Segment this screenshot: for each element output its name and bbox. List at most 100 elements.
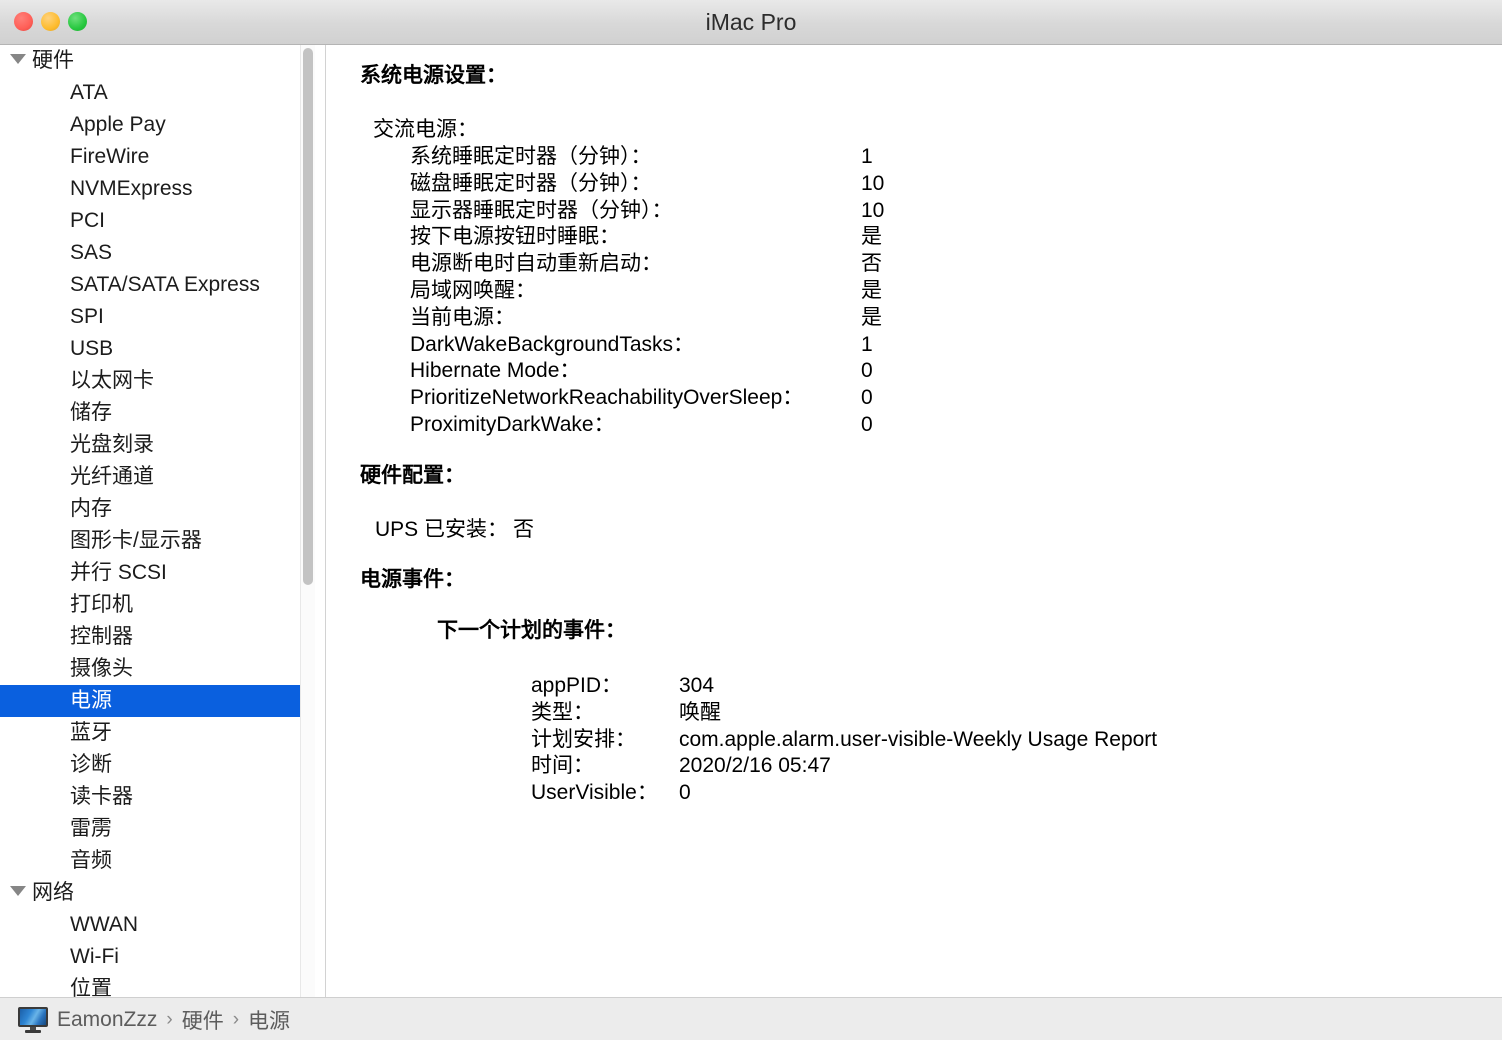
- sidebar-group-label: 网络: [32, 881, 74, 904]
- sidebar-item-label: 光纤通道: [70, 465, 154, 488]
- sidebar-item-控制器[interactable]: 控制器: [0, 621, 300, 653]
- sidebar-item-SATA/SATA Express[interactable]: SATA/SATA Express: [0, 269, 300, 301]
- sidebar-item-label: 控制器: [70, 625, 133, 648]
- sidebar-item-位置[interactable]: 位置: [0, 973, 300, 997]
- detail-row-label: 显示器睡眠定时器（分钟）：: [410, 198, 673, 222]
- detail-row-value: 1: [861, 145, 873, 168]
- sidebar-item-NVMExpress[interactable]: NVMExpress: [0, 173, 300, 205]
- breadcrumb-item-2[interactable]: 电源: [248, 1005, 290, 1035]
- sidebar-item-label: 位置: [70, 977, 112, 997]
- sidebar-item-label: 储存: [70, 401, 112, 424]
- sidebar-item-label: 音频: [70, 849, 112, 872]
- sidebar-scrollbar-thumb[interactable]: [303, 48, 313, 585]
- detail-row-label: UserVisible：: [531, 781, 658, 805]
- subsection-heading: 下一个计划的事件：: [437, 619, 626, 642]
- sidebar-item-储存[interactable]: 储存: [0, 397, 300, 429]
- detail-row-value: 0: [679, 781, 691, 805]
- sidebar-item-图形卡/显示器[interactable]: 图形卡/显示器: [0, 525, 300, 557]
- sidebar-item-蓝牙[interactable]: 蓝牙: [0, 717, 300, 749]
- sidebar-item-ATA[interactable]: ATA: [0, 77, 300, 109]
- sidebar-item-label: SATA/SATA Express: [70, 273, 260, 296]
- sidebar-item-读卡器[interactable]: 读卡器: [0, 781, 300, 813]
- sidebar-item-雷雳[interactable]: 雷雳: [0, 813, 300, 845]
- breadcrumb-item-0[interactable]: EamonZzz: [57, 1008, 157, 1032]
- detail-row-label: 系统睡眠定时器（分钟）：: [410, 145, 652, 168]
- sidebar-item-Wi-Fi[interactable]: Wi-Fi: [0, 941, 300, 973]
- system-information-window: iMac Pro 硬件 ATA Apple Pay FireWire NVMExpres…: [0, 0, 1502, 1040]
- detail-row-value: 0: [861, 359, 873, 383]
- sidebar-item-label: PCI: [70, 209, 106, 232]
- section-heading: 系统电源设置：: [360, 64, 507, 87]
- sidebar-item-label: 并行 SCSI: [70, 561, 167, 584]
- sidebar-item-label: 蓝牙: [70, 721, 112, 744]
- section-heading: 电源事件：: [360, 568, 465, 591]
- sidebar-item-label: Wi-Fi: [70, 945, 119, 968]
- detail-row-label: Hibernate Mode：: [410, 359, 581, 383]
- detail-row-label: 局域网唤醒：: [410, 279, 536, 302]
- subsection-label: 交流电源：: [373, 118, 478, 141]
- detail-row-label: 磁盘睡眠定时器（分钟）：: [410, 171, 652, 195]
- detail-row-label: DarkWakeBackgroundTasks：: [410, 332, 694, 356]
- sidebar-item-label: FireWire: [70, 145, 150, 168]
- sidebar-item-label: SPI: [70, 305, 104, 328]
- detail-row-label: 按下电源按钮时睡眠：: [410, 225, 620, 249]
- sidebar-item-label: 诊断: [70, 753, 112, 776]
- sidebar-group-硬件[interactable]: 硬件: [0, 45, 300, 77]
- breadcrumb: EamonZzz › 硬件 › 电源: [18, 998, 290, 1040]
- detail-row-value: 是: [861, 305, 882, 329]
- detail-row-label: appPID：: [531, 674, 623, 697]
- sidebar-item-PCI[interactable]: PCI: [0, 205, 300, 237]
- detail-row-value: 0: [861, 386, 873, 410]
- detail-row-label: 当前电源：: [410, 305, 515, 329]
- detail-row-value: 304: [679, 674, 715, 697]
- sidebar-item-label: 摄像头: [70, 657, 133, 680]
- sidebar-item-label: Apple Pay: [70, 113, 166, 136]
- sidebar-item-电源[interactable]: 电源: [0, 685, 300, 717]
- sidebar-item-音频[interactable]: 音频: [0, 845, 300, 877]
- detail-row-label: 电源断电时自动重新启动：: [410, 252, 662, 276]
- sidebar-item-label: 打印机: [70, 593, 133, 616]
- sidebar-item-打印机[interactable]: 打印机: [0, 589, 300, 621]
- sidebar-item-摄像头[interactable]: 摄像头: [0, 653, 300, 685]
- disclosure-triangle-icon[interactable]: [10, 54, 26, 65]
- detail-row-value: 是: [861, 225, 882, 249]
- sidebar-item-内存[interactable]: 内存: [0, 493, 300, 525]
- sidebar-item-并行 SCSI[interactable]: 并行 SCSI: [0, 557, 300, 589]
- sidebar-item-label: 光盘刻录: [70, 433, 154, 456]
- status-bar: EamonZzz › 硬件 › 电源: [0, 997, 1502, 1040]
- sidebar-item-光盘刻录[interactable]: 光盘刻录: [0, 429, 300, 461]
- detail-row-value: 否: [513, 518, 534, 541]
- window-title: iMac Pro: [705, 9, 797, 35]
- detail-pane: 系统电源设置： 交流电源： 系统睡眠定时器（分钟）： 1 磁盘睡眠定时器（分钟）： 10 显…: [326, 45, 1502, 997]
- sidebar-group-网络[interactable]: 网络: [0, 877, 300, 909]
- sidebar-item-Apple Pay[interactable]: Apple Pay: [0, 109, 300, 141]
- sidebar-item-USB[interactable]: USB: [0, 333, 300, 365]
- sidebar-tree[interactable]: 硬件 ATA Apple Pay FireWire NVMExpress PCI SAS SA…: [0, 45, 300, 997]
- detail-row-value: 否: [861, 252, 882, 276]
- detail-row-value: 是: [861, 279, 882, 302]
- window-titlebar: iMac Pro: [0, 0, 1502, 45]
- sidebar-item-label: USB: [70, 337, 114, 360]
- sidebar-item-诊断[interactable]: 诊断: [0, 749, 300, 781]
- breadcrumb-item-1[interactable]: 硬件: [182, 1005, 224, 1035]
- sidebar-item-label: 读卡器: [70, 785, 133, 808]
- detail-row-value: 2020/2/16 05:47: [679, 754, 831, 778]
- sidebar-item-label: 电源: [70, 689, 112, 712]
- detail-row-value: 0: [861, 413, 873, 436]
- detail-row-label: 计划安排：: [531, 727, 636, 751]
- sidebar-item-SPI[interactable]: SPI: [0, 301, 300, 333]
- detail-row-value: 10: [861, 171, 885, 195]
- detail-row-label: PrioritizeNetworkReachabilityOverSleep：: [410, 386, 804, 410]
- breadcrumb-separator-icon: ›: [232, 1008, 240, 1030]
- sidebar-item-FireWire[interactable]: FireWire: [0, 141, 300, 173]
- disclosure-triangle-icon[interactable]: [10, 886, 26, 897]
- detail-row-value: 1: [861, 332, 873, 356]
- detail-row-value: 唤醒: [679, 700, 721, 724]
- sidebar-item-光纤通道[interactable]: 光纤通道: [0, 461, 300, 493]
- sidebar-item-WWAN[interactable]: WWAN: [0, 909, 300, 941]
- sidebar-item-label: SAS: [70, 241, 113, 264]
- sidebar-item-以太网卡[interactable]: 以太网卡: [0, 365, 300, 397]
- sidebar-item-label: 雷雳: [70, 817, 112, 840]
- sidebar-item-label: WWAN: [70, 913, 139, 936]
- sidebar-item-SAS[interactable]: SAS: [0, 237, 300, 269]
